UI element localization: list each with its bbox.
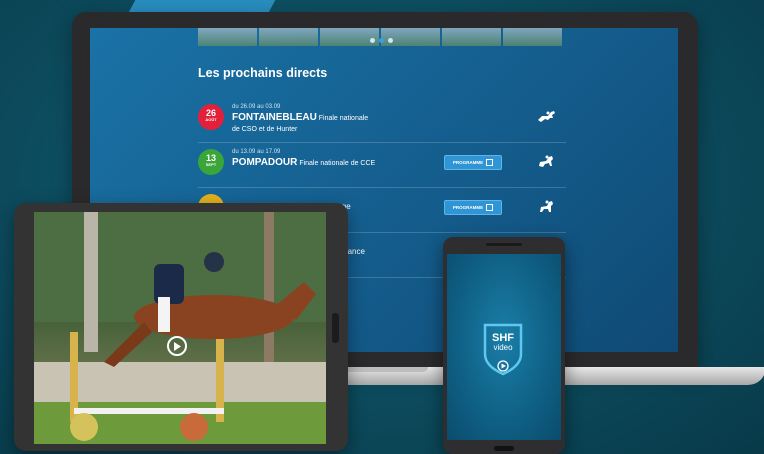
carousel-dot[interactable] [388, 38, 393, 43]
play-button[interactable] [167, 336, 187, 356]
programme-button[interactable]: PROGRAMME [444, 200, 502, 215]
event-row[interactable]: 13 SEPT du 13.09 au 17.09 POMPADOUR Fina… [198, 143, 566, 188]
play-icon [174, 341, 181, 351]
carousel[interactable] [198, 28, 562, 46]
date-badge: 13 SEPT [198, 149, 224, 175]
carousel-dot-active[interactable] [379, 38, 384, 43]
laptop-notch [336, 367, 428, 372]
horse-eventing-icon [539, 155, 553, 167]
carousel-dots[interactable] [370, 38, 393, 43]
section-title: Les prochains directs [198, 66, 328, 80]
event-dates: du 26.09 au 03.09 [232, 104, 281, 110]
horse-dressage-icon [540, 200, 553, 212]
carousel-thumb[interactable] [442, 28, 501, 46]
event-city: POMPADOUR [232, 157, 298, 168]
event-desc: Finale nationale [316, 115, 369, 122]
date-month: AOÛT [205, 117, 217, 122]
tablet-home-button[interactable] [332, 313, 339, 343]
event-city: FONTAINEBLEAU [232, 112, 317, 123]
arrow-box-icon [486, 204, 494, 211]
carousel-thumb[interactable] [320, 28, 379, 46]
arrow-box-icon [486, 159, 494, 166]
carousel-thumb[interactable] [259, 28, 318, 46]
phone-speaker [486, 243, 522, 246]
carousel-thumb[interactable] [198, 28, 257, 46]
event-title[interactable]: FONTAINEBLEAU Finale nationale de CSO et… [232, 113, 432, 135]
carousel-thumb[interactable] [503, 28, 562, 46]
event-desc-line2: de CSO et de Hunter [232, 126, 298, 133]
programme-label: PROGRAMME [452, 160, 484, 165]
programme-button[interactable]: PROGRAMME [444, 155, 502, 170]
tablet-video[interactable] [34, 212, 326, 444]
event-row[interactable]: 26 AOÛT du 26.09 au 03.09 FONTAINEBLEAU … [198, 98, 566, 143]
date-badge: 26 AOÛT [198, 104, 224, 130]
event-dates: du 13.09 au 17.09 [232, 149, 281, 155]
event-title[interactable]: POMPADOUR Finale nationale de CCE [232, 158, 432, 169]
logo-video: video [493, 343, 513, 352]
phone-home-button[interactable] [494, 446, 514, 451]
date-day: 13 [205, 153, 216, 163]
show-jumping-photo [34, 212, 326, 444]
carousel-dot[interactable] [370, 38, 375, 43]
programme-label: PROGRAMME [452, 205, 484, 210]
carousel-thumb[interactable] [381, 28, 440, 46]
date-month: SEPT [205, 162, 217, 167]
shf-logo-text: SHF video [482, 333, 524, 353]
horse-jumping-icon [538, 111, 555, 122]
event-desc: Finale nationale de CCE [297, 160, 376, 167]
date-day: 26 [205, 108, 216, 118]
